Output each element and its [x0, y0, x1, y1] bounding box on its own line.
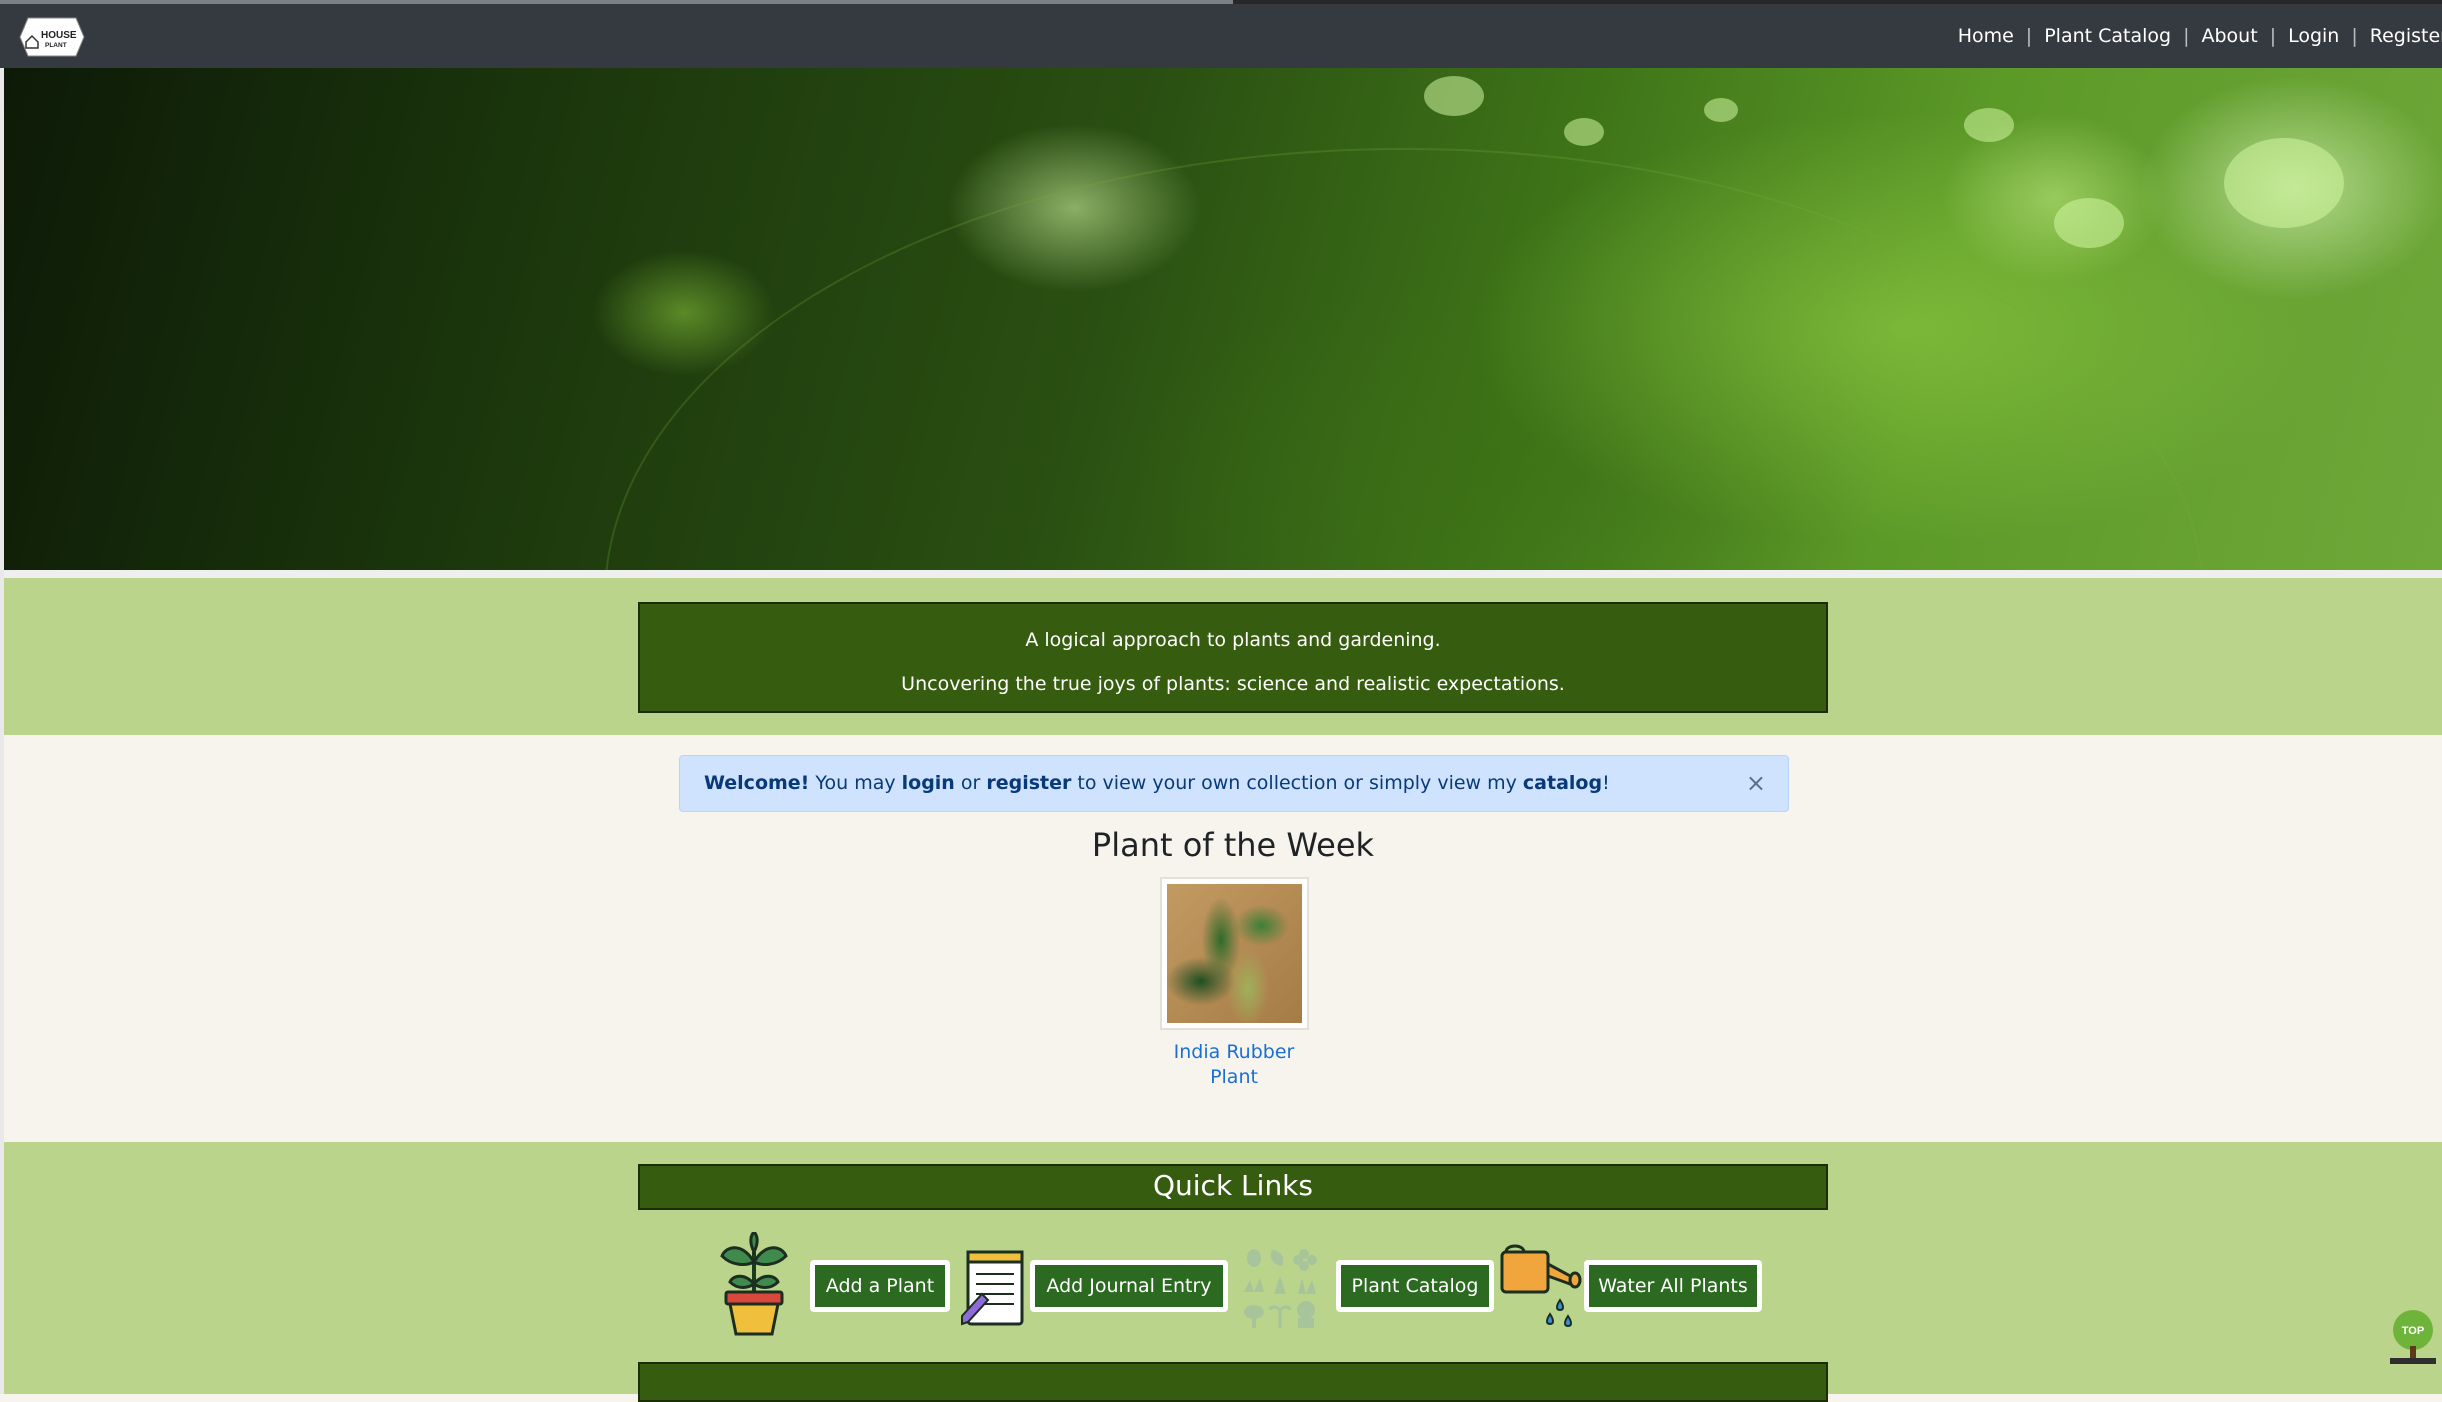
nav-about[interactable]: About — [2202, 25, 2258, 47]
alert-text: to view your own collection or simply vi… — [1071, 772, 1523, 794]
hero-bottom-border — [4, 570, 2442, 578]
nav-register[interactable]: Register — [2370, 25, 2442, 47]
quick-links-row: Add a Plant Add Journal Entry Plant Cata… — [0, 1229, 2442, 1342]
quick-links-title: Quick Links — [638, 1164, 1828, 1210]
plant-of-the-week-title: Plant of the Week — [1091, 826, 1375, 864]
alert-catalog-link[interactable]: catalog — [1523, 772, 1602, 794]
alert-text: or — [954, 772, 987, 794]
nav-separator: | — [2025, 25, 2033, 47]
alert-login-link[interactable]: login — [902, 772, 955, 794]
hero-droplet — [1424, 76, 1484, 116]
back-to-top-button[interactable]: TOP — [2388, 1308, 2438, 1366]
nav-separator: | — [2351, 25, 2358, 47]
navbar: HOUSE PLANT Home | Plant Catalog | About… — [0, 4, 2442, 68]
journal-notepad-icon — [960, 1246, 1028, 1328]
tagline-line-2: Uncovering the true joys of plants: scie… — [901, 673, 1565, 695]
alert-text: ! — [1602, 772, 1610, 794]
hero-droplet — [1704, 98, 1738, 122]
nav-separator: | — [2183, 25, 2190, 47]
water-all-plants-button[interactable]: Water All Plants — [1584, 1260, 1762, 1312]
add-a-plant-button[interactable]: Add a Plant — [810, 1260, 950, 1312]
tagline-box: A logical approach to plants and gardeni… — [638, 602, 1828, 713]
nav-home[interactable]: Home — [1958, 25, 2014, 47]
alert-strong: Welcome! — [704, 772, 810, 794]
plant-catalog-button[interactable]: Plant Catalog — [1336, 1260, 1494, 1312]
hero-banner-image — [4, 68, 2442, 1048]
plant-name-line-2: Plant — [1210, 1066, 1258, 1088]
nav-links: Home | Plant Catalog | About | Login | R… — [1958, 4, 2442, 68]
svg-text:PLANT: PLANT — [45, 42, 67, 49]
rubber-plant-photo — [1167, 884, 1302, 1023]
hero-droplet — [2224, 138, 2344, 228]
footer-bar — [638, 1362, 1828, 1402]
plant-of-the-week-image[interactable] — [1160, 877, 1309, 1030]
watering-can-icon — [1496, 1242, 1582, 1334]
potted-plant-icon — [712, 1229, 796, 1336]
logo-text: HOUSE — [41, 30, 77, 41]
hero-droplet — [2054, 198, 2124, 248]
plant-catalog-icon — [1240, 1246, 1324, 1330]
top-label: TOP — [2402, 1325, 2424, 1337]
nav-login[interactable]: Login — [2288, 25, 2339, 47]
plant-name-line-1: India Rubber — [1173, 1041, 1295, 1063]
nav-separator: | — [2269, 25, 2277, 47]
hero-droplet — [1564, 118, 1604, 146]
alert-register-link[interactable]: register — [986, 772, 1071, 794]
welcome-alert: Welcome! You may login or register to vi… — [679, 755, 1789, 812]
alert-text: You may — [809, 772, 902, 794]
add-journal-entry-button[interactable]: Add Journal Entry — [1030, 1260, 1228, 1312]
close-icon[interactable]: × — [1746, 756, 1766, 811]
tagline-line-1: A logical approach to plants and gardeni… — [1025, 629, 1441, 651]
plant-of-the-week-link[interactable]: India Rubber Plant — [1150, 1040, 1318, 1090]
nav-plant-catalog[interactable]: Plant Catalog — [2044, 25, 2171, 47]
house-plant-logo[interactable]: HOUSE PLANT — [18, 16, 86, 58]
hero-droplet — [1964, 108, 2014, 142]
